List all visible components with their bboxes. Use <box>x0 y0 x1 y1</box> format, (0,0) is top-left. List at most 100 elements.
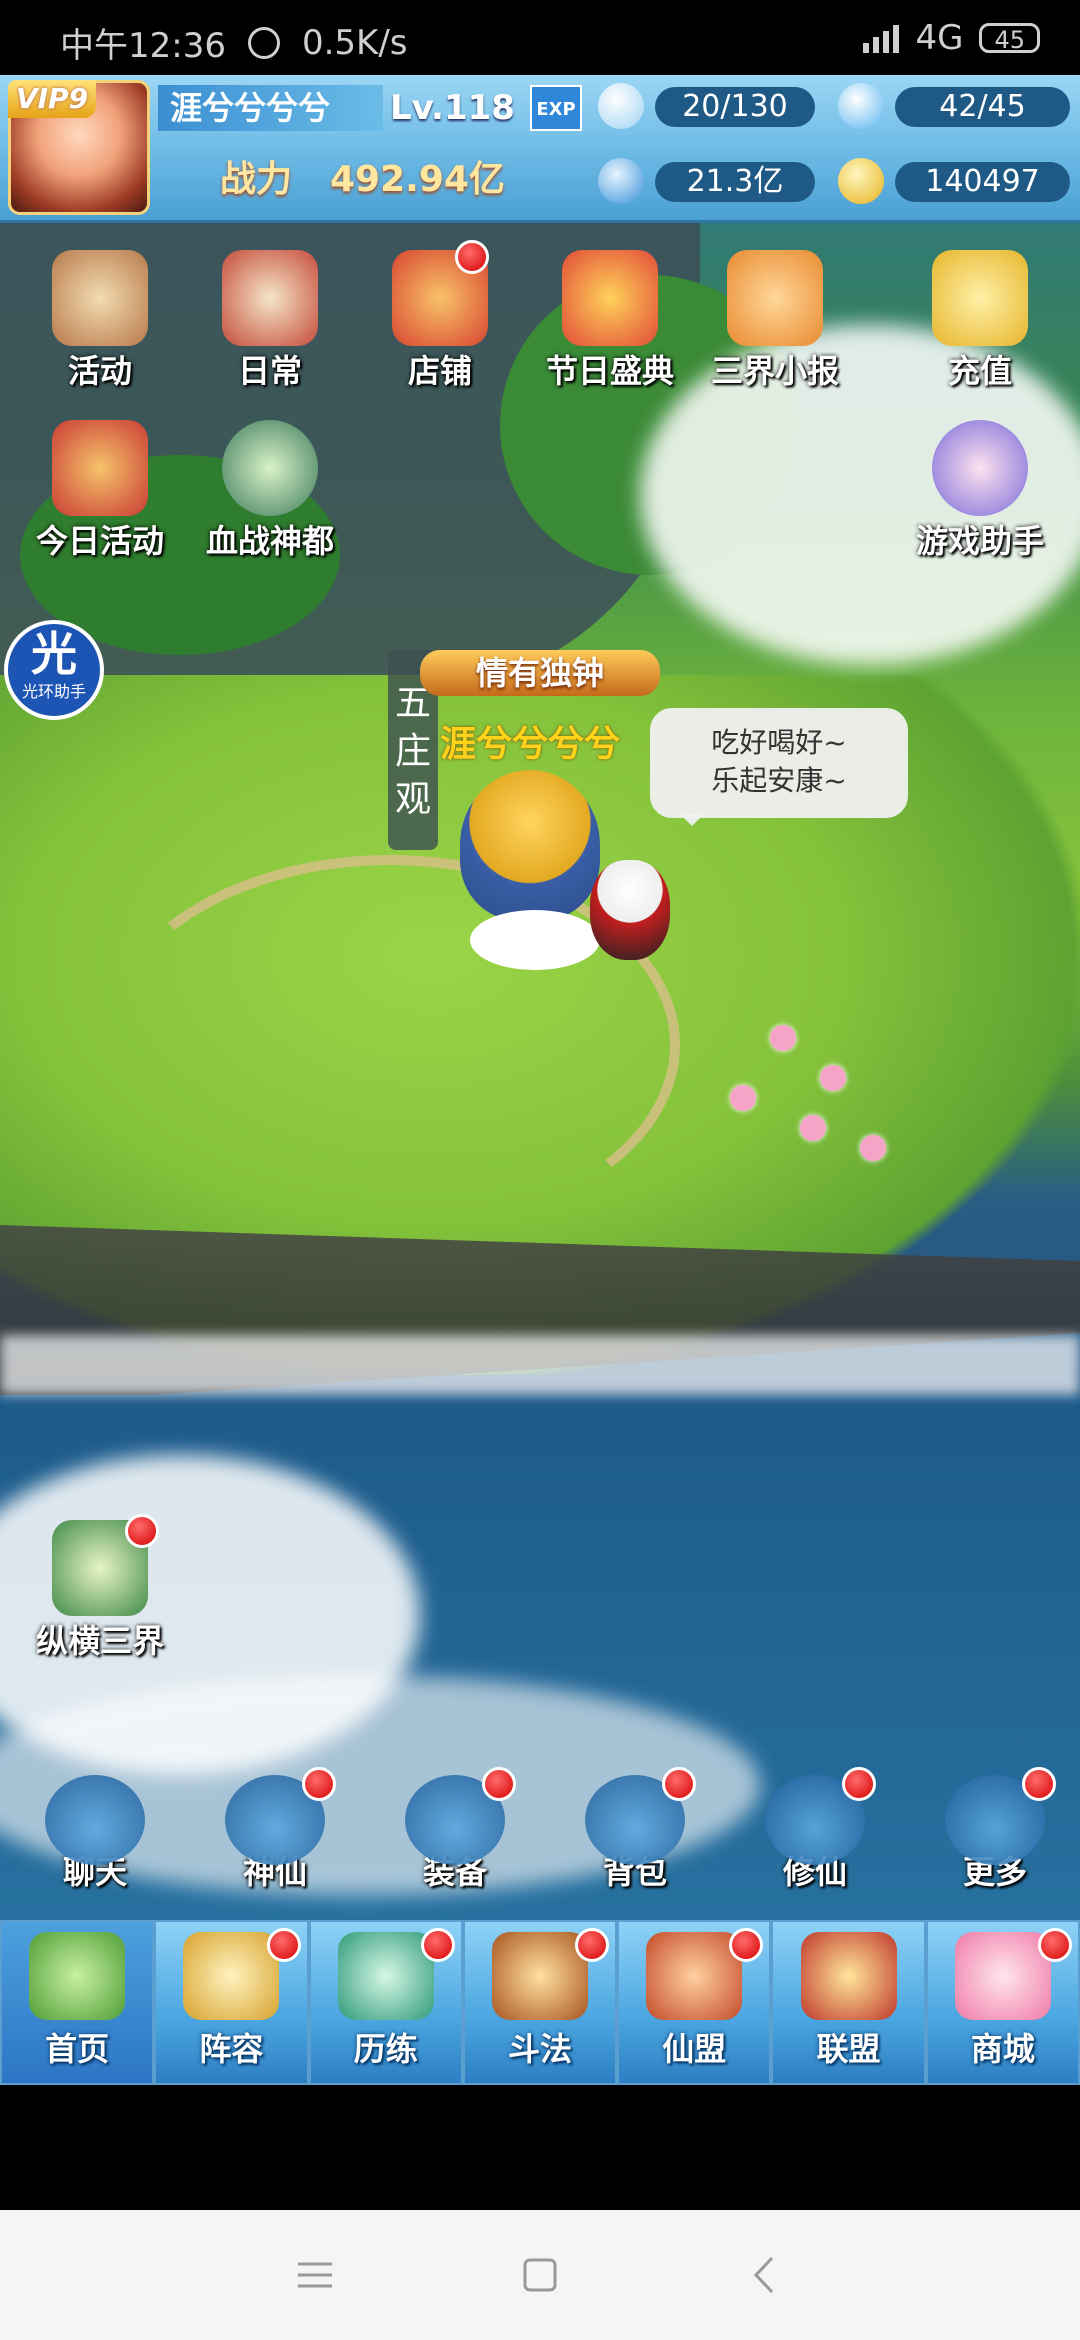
notification-dot <box>1037 1928 1072 1962</box>
drum-icon <box>52 250 148 346</box>
notification-dot <box>455 240 489 274</box>
notification-dot <box>1022 1767 1056 1801</box>
home-icon[interactable] <box>515 2250 565 2300</box>
halo-helper-button[interactable]: 光 光环助手 <box>4 620 104 720</box>
nav-label: 商城 <box>970 2030 1035 2068</box>
gold-icon <box>838 158 884 204</box>
lineup-icon <box>183 1932 280 2020</box>
player-level: Lv.118 <box>390 88 515 128</box>
pet-companion[interactable] <box>590 860 670 960</box>
gold-value[interactable]: 140497 <box>895 162 1070 202</box>
sea-foam <box>0 1335 1080 1395</box>
assistant-girl-icon <box>932 420 1028 516</box>
player-overhead-name: 涯兮兮兮兮 <box>440 724 621 765</box>
exp-icon[interactable]: EXP <box>530 85 582 131</box>
menu-icon[interactable] <box>290 2250 340 2300</box>
nav-label: 斗法 <box>507 2030 572 2068</box>
feature-today-activity[interactable]: 今日活动 <box>25 420 175 562</box>
silver-value[interactable]: 21.3亿 <box>655 162 815 202</box>
feature-game-assistant[interactable]: 游戏助手 <box>905 420 1055 562</box>
action-equipment[interactable]: 装备 <box>390 1767 520 1893</box>
vip-badge[interactable]: VIP9 <box>8 80 96 118</box>
network-speed: 0.5K/s <box>301 22 408 63</box>
blossom-tree <box>800 1115 826 1141</box>
player-title-banner: 情有独钟 <box>420 650 660 696</box>
feature-activity[interactable]: 活动 <box>25 250 175 392</box>
feature-label: 节日盛典 <box>545 352 674 390</box>
notification-dot <box>266 1928 301 1962</box>
system-nav-bar <box>0 2210 1080 2340</box>
gourd-icon <box>337 1932 434 2020</box>
notification-dot <box>575 1928 610 1962</box>
notification-dot <box>125 1514 159 1548</box>
feature-label: 纵横三界 <box>35 1622 164 1660</box>
feature-label: 活动 <box>67 352 132 390</box>
nav-lineup[interactable]: 阵容 <box>154 1920 309 2085</box>
nav-immortal-alliance[interactable]: 仙盟 <box>617 1920 772 2085</box>
nav-training[interactable]: 历练 <box>308 1920 463 2085</box>
helper-label: 光环助手 <box>21 682 86 701</box>
feature-label: 三界小报 <box>710 352 839 390</box>
stamina-icon <box>598 83 644 129</box>
notification-dot <box>729 1928 764 1962</box>
feature-shop[interactable]: 店铺 <box>365 240 515 392</box>
flag-icon <box>52 420 148 516</box>
action-cultivation[interactable]: 修仙 <box>750 1767 880 1893</box>
nav-label: 阵容 <box>199 2030 264 2068</box>
money-bag-icon <box>932 250 1028 346</box>
speech-line: 乐起安康~ <box>711 764 847 797</box>
nav-label: 联盟 <box>816 2030 881 2068</box>
player-character[interactable] <box>460 770 600 920</box>
back-icon[interactable] <box>740 2250 790 2300</box>
feature-bloody-battle[interactable]: 血战神都 <box>195 420 345 562</box>
feature-festival[interactable]: 节日盛典 <box>530 250 690 392</box>
letterbox-area <box>0 2085 1080 2210</box>
crossed-swords-icon <box>222 420 318 516</box>
top-hud: VIP9 涯兮兮兮兮 Lv.118 EXP 战力 492.94亿 20/130 … <box>0 75 1080 223</box>
power-label: 战力 <box>220 159 293 200</box>
silver-icon <box>598 158 644 204</box>
battery-icon: 45 <box>979 23 1040 54</box>
signal-icon <box>863 23 900 53</box>
bottom-nav: 首页 阵容 历练 斗法 仙盟 联盟 商城 <box>0 1920 1080 2085</box>
gift-icon <box>562 250 658 346</box>
action-more[interactable]: 更多 <box>930 1767 1060 1893</box>
action-chat[interactable]: 聊天 <box>30 1775 160 1893</box>
feature-label: 血战神都 <box>205 522 334 560</box>
speech-line: 吃好喝好~ <box>711 726 847 759</box>
nav-label: 首页 <box>45 2030 110 2068</box>
notification-dot <box>420 1928 455 1962</box>
action-bag[interactable]: 背包 <box>570 1767 700 1893</box>
notification-dot <box>662 1767 696 1801</box>
mall-girl-icon <box>954 1932 1051 2020</box>
sword-icon <box>491 1932 588 2020</box>
feature-label: 今日活动 <box>35 522 164 560</box>
feature-recharge[interactable]: 充值 <box>905 250 1055 392</box>
action-immortals[interactable]: 神仙 <box>210 1767 340 1893</box>
newspaper-scroll-icon <box>727 250 823 346</box>
player-name: 涯兮兮兮兮 <box>158 85 383 131</box>
nav-home[interactable]: 首页 <box>0 1920 155 2085</box>
status-bar: 中午12:36 0.5K/s 4G 45 <box>0 0 1080 75</box>
energy-value[interactable]: 42/45 <box>895 87 1070 127</box>
feature-label: 日常 <box>237 352 302 390</box>
feature-three-realms[interactable]: 纵横三界 <box>15 1514 185 1662</box>
feature-daily[interactable]: 日常 <box>195 250 345 392</box>
location-name: 五庄观 <box>394 683 431 820</box>
stamina-value[interactable]: 20/130 <box>655 87 815 127</box>
helper-glyph: 光 <box>31 627 77 681</box>
blossom-tree <box>730 1085 756 1111</box>
network-type: 4G <box>915 18 964 58</box>
nav-alliance[interactable]: 联盟 <box>771 1920 926 2085</box>
flying-cloud <box>470 910 600 970</box>
island-icon <box>29 1932 126 2020</box>
blossom-tree <box>820 1065 846 1091</box>
feature-news[interactable]: 三界小报 <box>695 250 855 392</box>
nav-mall[interactable]: 商城 <box>925 1920 1080 2085</box>
scroll-icon <box>222 250 318 346</box>
blossom-tree <box>860 1135 886 1161</box>
notification-dot <box>482 1767 516 1801</box>
nav-duel[interactable]: 斗法 <box>462 1920 618 2085</box>
notification-dot <box>302 1767 336 1801</box>
clock: 中午12:36 <box>60 26 226 66</box>
